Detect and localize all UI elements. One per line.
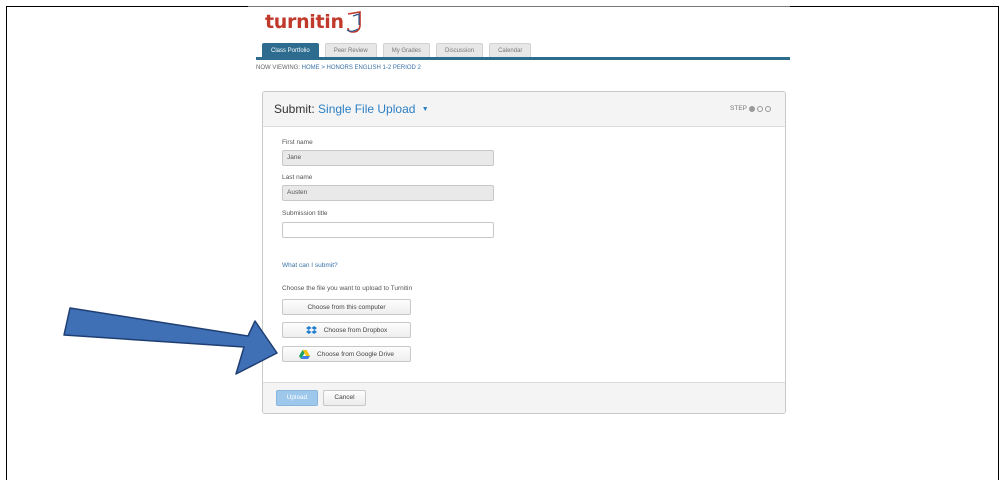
last-name-field[interactable]: Austen (282, 185, 494, 201)
step-label: STEP (730, 105, 747, 112)
choose-from-computer-label: Choose from this computer (307, 303, 386, 311)
turnitin-logo[interactable]: turnitin (265, 7, 367, 35)
turnitin-swoosh-icon (346, 11, 361, 33)
main-tabs: Class Portfolio Peer Review My Grades Di… (262, 43, 532, 58)
caret-down-icon[interactable]: ▼ (422, 106, 429, 113)
first-name-label: First name (282, 139, 313, 146)
google-drive-icon (299, 349, 311, 359)
brand-name: turnitin (265, 11, 344, 33)
upload-mode-dropdown[interactable]: Single File Upload (318, 102, 415, 116)
step-dot-filled-icon (749, 105, 755, 112)
step-dot-empty-icon (765, 105, 771, 112)
panel-footer: Upload Cancel (263, 382, 785, 413)
choose-from-google-drive-button[interactable]: Choose from Google Drive (282, 346, 411, 362)
step-dot-empty-icon (757, 105, 763, 112)
tab-my-grades[interactable]: My Grades (382, 43, 431, 58)
panel-title-prefix: Submit: (274, 102, 315, 116)
choose-from-dropbox-label: Choose from Dropbox (323, 326, 388, 334)
step-indicator: STEP (730, 105, 771, 112)
submit-panel: Submit: Single File Upload ▼ STEP First … (262, 91, 786, 414)
submission-title-input[interactable] (282, 222, 494, 238)
breadcrumb-prefix: NOW VIEWING: (256, 65, 300, 71)
upload-button[interactable]: Upload (276, 390, 318, 406)
dropbox-icon (305, 325, 317, 335)
tab-calendar[interactable]: Calendar (489, 43, 532, 58)
tab-discussion[interactable]: Discussion (436, 43, 484, 58)
what-can-i-submit-link[interactable]: What can I submit? (282, 262, 338, 269)
first-name-field[interactable]: Jane (282, 150, 494, 166)
choose-from-google-drive-label: Choose from Google Drive (317, 350, 394, 358)
choose-file-prompt: Choose the file you want to upload to Tu… (282, 285, 413, 292)
panel-title: Submit: Single File Upload ▼ (274, 102, 429, 116)
last-name-label: Last name (282, 174, 313, 181)
submission-title-label: Submission title (282, 210, 328, 217)
tab-peer-review[interactable]: Peer Review (324, 43, 377, 58)
choose-from-dropbox-button[interactable]: Choose from Dropbox (282, 322, 411, 338)
tab-class-portfolio[interactable]: Class Portfolio (262, 43, 319, 58)
choose-from-computer-button[interactable]: Choose from this computer (282, 299, 411, 315)
cancel-button[interactable]: Cancel (323, 390, 366, 406)
breadcrumb-path[interactable]: HOME > HONORS ENGLISH 1-2 PERIOD 2 (302, 65, 421, 71)
tabs-underline (256, 57, 790, 60)
breadcrumb: NOW VIEWING: HOME > HONORS ENGLISH 1-2 P… (256, 65, 421, 71)
panel-header: Submit: Single File Upload ▼ STEP (263, 92, 785, 127)
